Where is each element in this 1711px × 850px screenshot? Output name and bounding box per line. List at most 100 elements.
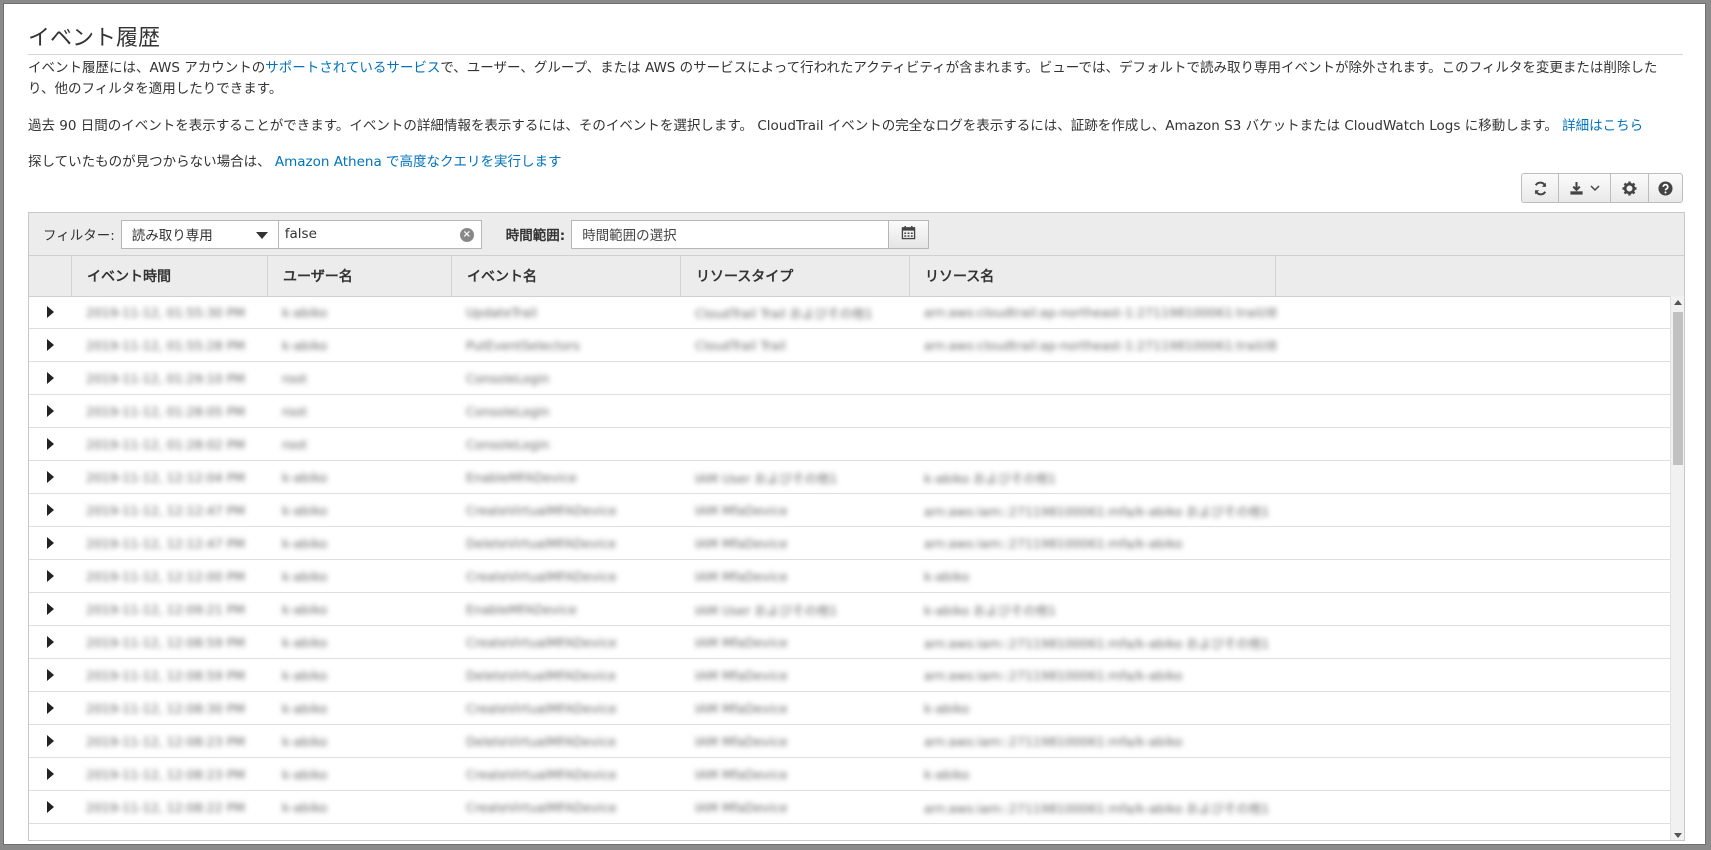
caret-right-icon	[47, 372, 54, 384]
filter-value-input[interactable]: false ×	[278, 219, 482, 249]
event-name-cell: CreateVirtualMFADevice	[466, 766, 617, 782]
expand-row-button[interactable]	[29, 306, 72, 318]
caret-right-icon	[47, 504, 54, 516]
gear-icon	[1622, 180, 1637, 196]
preferences-button[interactable]	[1611, 173, 1649, 203]
event-time-cell: 2019-11-12, 01:29:10 PM	[86, 370, 246, 386]
filter-attribute-value: 読み取り専用	[131, 228, 213, 244]
table-row[interactable]: 2019-11-12, 12:08:30 PM k-abiko CreateVirt…	[29, 692, 1672, 725]
resource-name-cell: arn:aws:iam::271198100061:mfa/k-abiko	[924, 733, 1183, 749]
resource-type-cell: IAM MfaDevice	[695, 502, 788, 518]
user-name-cell: k-abiko	[282, 733, 328, 749]
expand-row-button[interactable]	[29, 438, 72, 450]
table-row[interactable]: 2019-11-12, 12:12:47 PM k-abiko DeleteVirt…	[29, 527, 1672, 560]
table-row[interactable]: 2019-11-12, 01:55:30 PM k-abiko UpdateTrai…	[29, 296, 1672, 329]
expand-row-button[interactable]	[29, 636, 72, 648]
resource-name-cell: arn:aws:iam::271198100061:mfa/k-abiko およ…	[924, 503, 1270, 519]
user-name-cell: k-abiko	[282, 337, 328, 353]
event-time-cell: 2019-11-12, 01:28:05 PM	[86, 403, 246, 419]
event-time-cell: 2019-11-12, 01:28:02 PM	[86, 436, 246, 452]
table-row[interactable]: 2019-11-12, 12:08:59 PM k-abiko DeleteVirt…	[29, 659, 1672, 692]
expand-row-button[interactable]	[29, 669, 72, 681]
expand-row-button[interactable]	[29, 339, 72, 351]
refresh-button[interactable]	[1521, 173, 1559, 203]
expand-row-button[interactable]	[29, 405, 72, 417]
expand-row-button[interactable]	[29, 702, 72, 714]
expand-row-button[interactable]	[29, 801, 72, 813]
time-range-input[interactable]: 時間範囲の選択	[571, 219, 890, 249]
resource-type-cell: IAM User およびその他1	[695, 470, 838, 486]
event-name-cell: EnableMFADevice	[466, 469, 577, 485]
resource-name-cell: arn:aws:iam::271198100061:mfa/k-abiko	[924, 535, 1183, 551]
expand-row-button[interactable]	[29, 504, 72, 516]
table-header: イベント時間 ユーザー名 イベント名 リソースタイプ リソース名	[29, 256, 1684, 297]
download-button[interactable]	[1559, 173, 1611, 203]
event-name-cell: DeleteVirtualMFADevice	[466, 667, 617, 683]
learn-more-link[interactable]: 詳細はこちら	[1562, 118, 1643, 134]
resource-type-cell: IAM User およびその他1	[695, 602, 838, 618]
time-range-placeholder: 時間範囲の選択	[582, 228, 677, 244]
time-range-label: 時間範囲:	[505, 228, 566, 244]
resource-type-cell: IAM MfaDevice	[695, 799, 788, 815]
expand-row-button[interactable]	[29, 735, 72, 747]
column-header-user-name[interactable]: ユーザー名	[268, 256, 452, 296]
expand-row-button[interactable]	[29, 570, 72, 582]
help-button[interactable]	[1649, 173, 1683, 203]
table-row[interactable]: 2019-11-12, 12:09:21 PM k-abiko EnableMFAD…	[29, 593, 1672, 626]
table-row[interactable]: 2019-11-12, 12:12:00 PM k-abiko CreateVirt…	[29, 560, 1672, 593]
table-row[interactable]: 2019-11-12, 12:08:23 PM k-abiko DeleteVirt…	[29, 725, 1672, 758]
resource-name-cell: arn:aws:cloudtrail:ap-northeast-1:271198…	[924, 337, 1276, 353]
calendar-button[interactable]	[889, 219, 930, 249]
expand-row-button[interactable]	[29, 471, 72, 483]
calendar-icon	[901, 225, 916, 244]
caret-right-icon	[47, 306, 54, 318]
table-row[interactable]: 2019-11-12, 01:28:02 PM root ConsoleLogin	[29, 428, 1672, 461]
supported-services-link[interactable]: サポートされているサービス	[265, 60, 440, 76]
athena-query-link[interactable]: Amazon Athena で高度なクエリを実行します	[275, 154, 562, 170]
resource-type-cell: IAM MfaDevice	[695, 667, 788, 683]
expand-row-button[interactable]	[29, 768, 72, 780]
resource-name-cell: k-abiko	[924, 766, 970, 782]
event-time-cell: 2019-11-12, 12:12:47 PM	[86, 535, 246, 551]
event-name-cell: CreateVirtualMFADevice	[466, 700, 617, 716]
table-row[interactable]: 2019-11-12, 01:55:28 PM k-abiko PutEventSe…	[29, 329, 1672, 362]
expand-row-button[interactable]	[29, 372, 72, 384]
resource-name-cell: arn:aws:iam::271198100061:mfa/k-abiko	[924, 667, 1183, 683]
resource-name-cell: k-abiko	[924, 568, 970, 584]
table-row[interactable]: 2019-11-12, 12:08:22 PM k-abiko CreateVirt…	[29, 791, 1672, 824]
table-toolbar	[1521, 173, 1683, 203]
scroll-up-icon[interactable]	[1674, 300, 1682, 305]
user-name-cell: k-abiko	[282, 766, 328, 782]
expand-row-button[interactable]	[29, 603, 72, 615]
column-header-resource-name[interactable]: リソース名	[910, 256, 1276, 296]
resource-type-cell: IAM MfaDevice	[695, 733, 788, 749]
resource-name-cell: arn:aws:iam::271198100061:mfa/k-abiko およ…	[924, 635, 1270, 651]
retention-text: 過去 90 日間のイベントを表示することができます。イベントの詳細情報を表示する…	[28, 118, 1563, 134]
table-row[interactable]: 2019-11-12, 01:29:10 PM root ConsoleLogin	[29, 362, 1672, 395]
scroll-down-icon[interactable]	[1674, 833, 1682, 838]
column-header-resource-type[interactable]: リソースタイプ	[681, 256, 910, 296]
clear-icon[interactable]: ×	[459, 227, 474, 242]
table-row[interactable]: 2019-11-12, 12:12:04 PM k-abiko EnableMFAD…	[29, 461, 1672, 494]
column-header-event-name[interactable]: イベント名	[452, 256, 681, 296]
download-icon	[1569, 181, 1584, 196]
table-row[interactable]: 2019-11-12, 12:12:47 PM k-abiko CreateVirt…	[29, 494, 1672, 527]
resource-name-cell: k-abiko およびその他1	[924, 602, 1057, 618]
table-row[interactable]: 2019-11-12, 01:28:05 PM root ConsoleLogin	[29, 395, 1672, 428]
user-name-cell: k-abiko	[282, 799, 328, 815]
table-row[interactable]: 2019-11-12, 12:08:23 PM k-abiko CreateVirt…	[29, 758, 1672, 791]
table-row[interactable]: 2019-11-12, 12:08:59 PM k-abiko CreateVirt…	[29, 626, 1672, 659]
column-header-event-time[interactable]: イベント時間	[72, 256, 268, 296]
caret-right-icon	[47, 735, 54, 747]
caret-right-icon	[47, 669, 54, 681]
table-scrollbar[interactable]	[1670, 296, 1684, 840]
filter-attribute-select[interactable]: 読み取り専用	[120, 219, 279, 249]
resource-type-cell: IAM MfaDevice	[695, 568, 788, 584]
page-title: イベント履歴	[28, 26, 161, 51]
resource-type-cell: CloudTrail Trail	[695, 337, 786, 353]
expand-row-button[interactable]	[29, 537, 72, 549]
scroll-thumb[interactable]	[1673, 312, 1683, 465]
event-name-cell: ConsoleLogin	[466, 370, 550, 386]
resource-type-cell: IAM MfaDevice	[695, 634, 788, 650]
event-time-cell: 2019-11-12, 12:12:04 PM	[86, 469, 246, 485]
